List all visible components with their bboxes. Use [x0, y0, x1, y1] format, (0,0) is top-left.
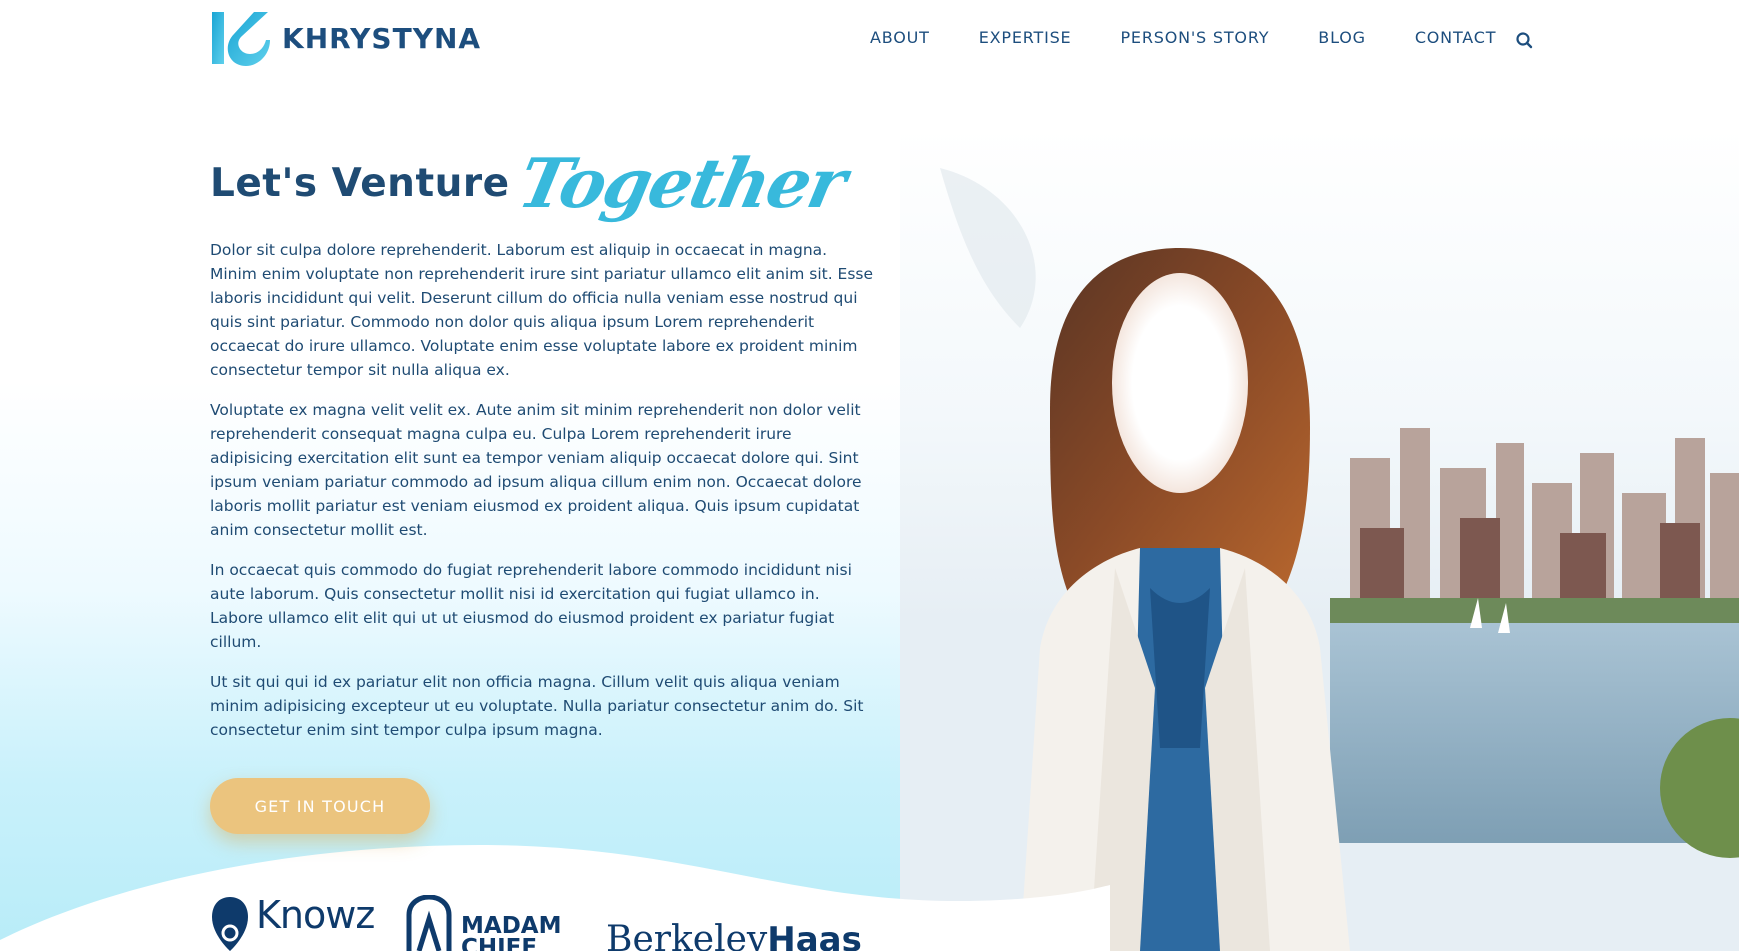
brand-name: KHRYSTYNA [282, 21, 482, 55]
site-logo[interactable]: KHRYSTYNA [210, 10, 481, 66]
partner-madam-chief-logo[interactable]: MADAM CHIEF [405, 895, 561, 951]
madam-chief-wordmark: MADAM CHIEF [461, 915, 561, 951]
hero-portrait-image [900, 128, 1739, 951]
knowz-wordmark: Knowz [256, 895, 375, 937]
nav-contact[interactable]: CONTACT [1415, 28, 1496, 47]
haas-wordmark-haas: Haas [767, 920, 862, 951]
nav-expertise[interactable]: EXPERTISE [979, 28, 1072, 47]
hero-title: Let's Venture Together [210, 128, 890, 228]
hero-title-main: Let's Venture [210, 161, 510, 206]
get-in-touch-button[interactable]: GET IN TOUCH [210, 778, 430, 834]
knowz-mark-icon [212, 897, 248, 951]
main-nav: ABOUT EXPERTISE PERSON'S STORY BLOG CONT… [870, 28, 1545, 47]
partner-logos: Knowz MADAM CHIEF Berkeley Haas [210, 895, 910, 951]
hero-paragraph: Ut sit qui qui id ex pariatur elit non o… [210, 673, 864, 739]
site-header: KHRYSTYNA ABOUT EXPERTISE PERSON'S STORY… [0, 0, 1739, 80]
madam-chief-mark-icon [406, 895, 452, 951]
partner-berkeley-haas-logo[interactable]: Berkeley Haas [606, 895, 862, 951]
logo-k-icon [212, 12, 270, 66]
madam-line-2: CHIEF [461, 935, 538, 951]
hero-paragraph: Dolor sit culpa dolore reprehenderit. La… [210, 241, 874, 379]
hero-section: Let's Venture Together Dolor sit culpa d… [210, 128, 890, 758]
nav-about[interactable]: ABOUT [870, 28, 930, 47]
hero-paragraph: In occaecat quis commodo do fugiat repre… [210, 561, 852, 651]
hero-title-script: Together [511, 144, 851, 224]
madam-line-1: MADAM [461, 913, 562, 939]
nav-persons-story[interactable]: PERSON'S STORY [1120, 28, 1269, 47]
haas-wordmark-berkeley: Berkeley [606, 919, 768, 951]
search-icon[interactable] [1514, 30, 1534, 50]
hero-paragraph: Voluptate ex magna velit velit ex. Aute … [210, 401, 862, 539]
partner-knowz-logo[interactable]: Knowz [210, 895, 375, 951]
nav-blog[interactable]: BLOG [1318, 28, 1366, 47]
